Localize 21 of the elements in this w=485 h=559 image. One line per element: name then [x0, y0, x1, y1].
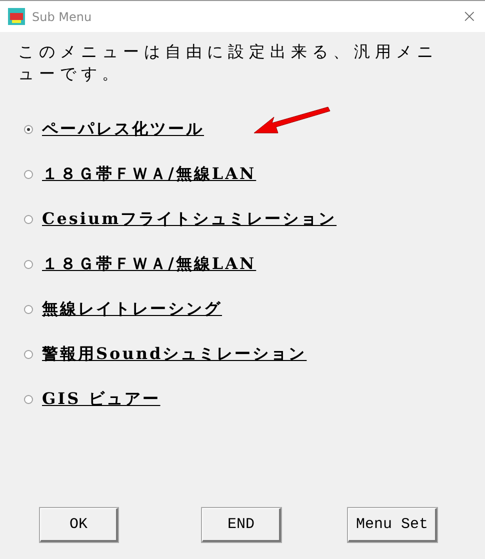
window-title: Sub Menu	[32, 10, 93, 24]
menu-set-button[interactable]: Menu Set	[348, 508, 437, 542]
radio-button[interactable]	[24, 260, 33, 269]
radio-button[interactable]	[24, 395, 33, 404]
option-label[interactable]: １８Ｇ帯ＦＷＡ/無線LAN	[42, 164, 256, 185]
description-text: このメニューは自由に設定出来る、汎用メニューです。	[18, 41, 439, 85]
option-label[interactable]: ペーパレス化ツール	[42, 119, 204, 140]
option-label[interactable]: Cesiumフライトシュミレーション	[42, 209, 337, 230]
radio-button[interactable]	[24, 305, 33, 314]
close-button[interactable]: ×	[462, 6, 477, 27]
radio-button[interactable]	[24, 215, 33, 224]
end-button[interactable]: END	[202, 508, 281, 542]
option-label[interactable]: 警報用Soundシュミレーション	[42, 344, 307, 365]
app-icon	[8, 8, 25, 25]
radio-button[interactable]	[24, 125, 33, 134]
option-label[interactable]: GIS ビュアー	[42, 389, 160, 410]
radio-button[interactable]	[24, 350, 33, 359]
ok-button[interactable]: OK	[40, 508, 118, 542]
radio-button[interactable]	[24, 170, 33, 179]
option-label[interactable]: １８Ｇ帯ＦＷＡ/無線LAN	[42, 254, 256, 275]
option-label[interactable]: 無線レイトレーシング	[42, 299, 222, 320]
